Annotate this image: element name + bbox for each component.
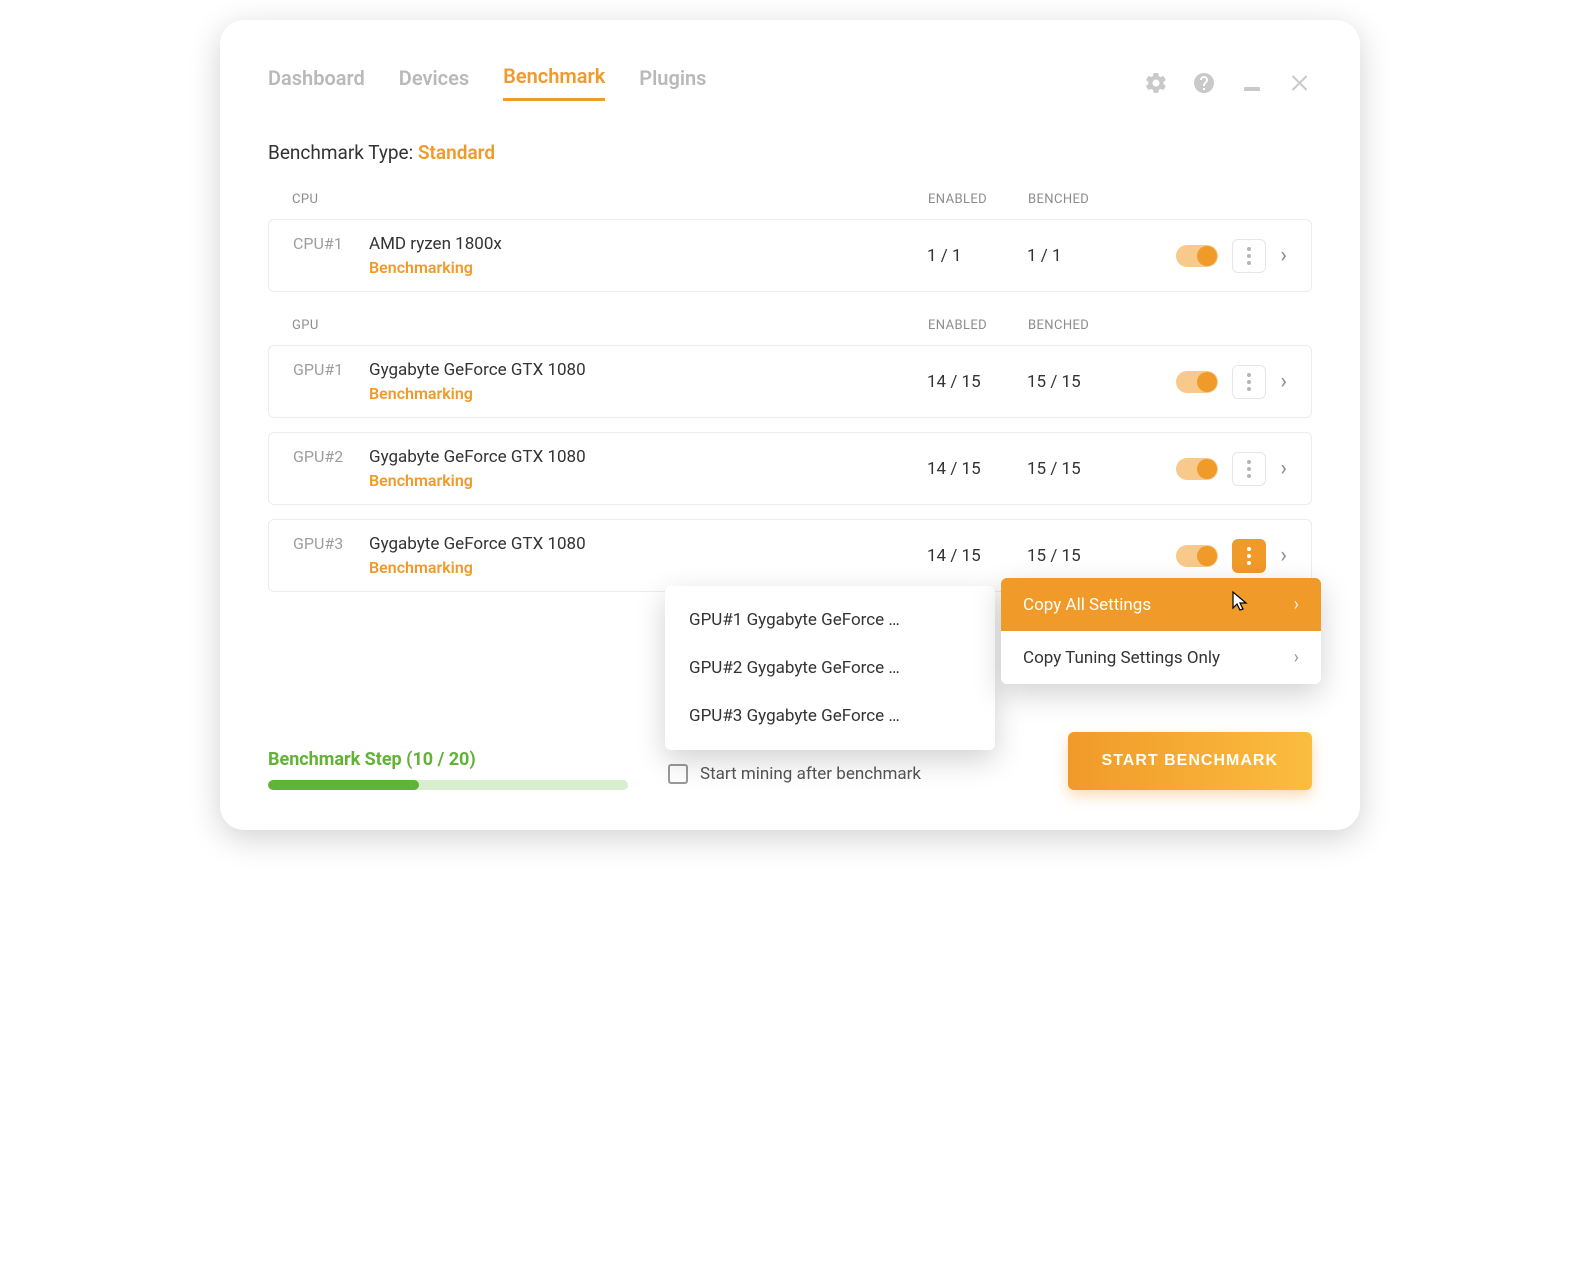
chevron-right-icon[interactable]: ›: [1280, 369, 1287, 394]
start-benchmark-button[interactable]: START BENCHMARK: [1068, 732, 1312, 790]
table-row[interactable]: CPU#1 AMD ryzen 1800x Benchmarking 1 / 1…: [268, 219, 1312, 292]
benchmark-type-label: Benchmark Type:: [268, 141, 418, 164]
copy-all-settings[interactable]: Copy All Settings ›: [1001, 578, 1321, 631]
tab-benchmark[interactable]: Benchmark: [503, 64, 605, 101]
device-id: GPU#2: [293, 447, 353, 466]
col-benched: BENCHED: [1028, 192, 1128, 207]
device-id: GPU#3: [293, 534, 353, 553]
checkbox-icon[interactable]: [668, 764, 688, 784]
enable-toggle[interactable]: [1176, 545, 1218, 567]
minimize-icon[interactable]: [1240, 71, 1264, 95]
col-device: CPU: [292, 192, 928, 207]
copy-tuning-settings[interactable]: Copy Tuning Settings Only ›: [1001, 631, 1321, 684]
help-icon[interactable]: [1192, 71, 1216, 95]
col-benched: BENCHED: [1028, 318, 1128, 333]
more-button[interactable]: [1232, 365, 1266, 399]
benched-value: 1 / 1: [1027, 246, 1127, 266]
benched-value: 15 / 15: [1027, 372, 1127, 392]
app-window: Dashboard Devices Benchmark Plugins Benc…: [220, 20, 1360, 830]
benched-value: 15 / 15: [1027, 459, 1127, 479]
more-button[interactable]: [1232, 239, 1266, 273]
enabled-value: 14 / 15: [927, 459, 1027, 479]
cursor-icon: [1229, 590, 1249, 619]
section-gpu: GPU ENABLED BENCHED GPU#1 Gygabyte GeFor…: [268, 318, 1312, 592]
chevron-right-icon[interactable]: ›: [1280, 456, 1287, 481]
checkbox-label: Start mining after benchmark: [700, 764, 921, 784]
table-row[interactable]: GPU#1 Gygabyte GeForce GTX 1080 Benchmar…: [268, 345, 1312, 418]
close-icon[interactable]: [1288, 71, 1312, 95]
device-status: Benchmarking: [369, 558, 586, 577]
device-id: GPU#1: [293, 360, 353, 379]
enabled-value: 14 / 15: [927, 372, 1027, 392]
device-name: AMD ryzen 1800x: [369, 234, 502, 254]
device-name: Gygabyte GeForce GTX 1080: [369, 534, 586, 554]
start-mining-checkbox-wrap[interactable]: Start mining after benchmark: [668, 764, 921, 784]
tab-plugins[interactable]: Plugins: [639, 66, 706, 100]
chevron-right-icon[interactable]: ›: [1280, 543, 1287, 568]
submenu-item[interactable]: GPU#2 Gygabyte GeForce …: [665, 644, 995, 692]
col-device: GPU: [292, 318, 928, 333]
menu-item-label: Copy All Settings: [1023, 595, 1151, 615]
section-cpu: CPU ENABLED BENCHED CPU#1 AMD ryzen 1800…: [268, 192, 1312, 292]
submenu-item[interactable]: GPU#3 Gygabyte GeForce …: [665, 692, 995, 740]
enabled-value: 14 / 15: [927, 546, 1027, 566]
device-status: Benchmarking: [369, 384, 586, 403]
context-menu: Copy All Settings › Copy Tuning Settings…: [1001, 578, 1321, 684]
table-row[interactable]: GPU#3 Gygabyte GeForce GTX 1080 Benchmar…: [268, 519, 1312, 592]
submenu-item[interactable]: GPU#1 Gygabyte GeForce …: [665, 596, 995, 644]
menu-item-label: Copy Tuning Settings Only: [1023, 648, 1220, 668]
device-status: Benchmarking: [369, 471, 586, 490]
more-button[interactable]: [1232, 452, 1266, 486]
device-id: CPU#1: [293, 234, 353, 253]
enabled-value: 1 / 1: [927, 246, 1027, 266]
device-status: Benchmarking: [369, 258, 502, 277]
section-header-gpu: GPU ENABLED BENCHED: [268, 318, 1312, 345]
progress: Benchmark Step (10 / 20): [268, 749, 628, 790]
progress-fill: [268, 780, 419, 790]
benchmark-type: Benchmark Type: Standard: [268, 141, 1312, 164]
enable-toggle[interactable]: [1176, 245, 1218, 267]
benchmark-type-value[interactable]: Standard: [418, 141, 495, 164]
more-button[interactable]: [1232, 539, 1266, 573]
col-enabled: ENABLED: [928, 318, 1028, 333]
device-name: Gygabyte GeForce GTX 1080: [369, 447, 586, 467]
chevron-right-icon[interactable]: ›: [1280, 243, 1287, 268]
submenu: GPU#1 Gygabyte GeForce … GPU#2 Gygabyte …: [665, 586, 995, 750]
progress-bar: [268, 780, 628, 790]
table-row[interactable]: GPU#2 Gygabyte GeForce GTX 1080 Benchmar…: [268, 432, 1312, 505]
tab-devices[interactable]: Devices: [399, 66, 469, 100]
benched-value: 15 / 15: [1027, 546, 1127, 566]
gear-icon[interactable]: [1144, 71, 1168, 95]
enable-toggle[interactable]: [1176, 458, 1218, 480]
enable-toggle[interactable]: [1176, 371, 1218, 393]
chevron-right-icon: ›: [1294, 647, 1299, 668]
nav-icons: [1144, 71, 1312, 95]
progress-label: Benchmark Step (10 / 20): [268, 749, 628, 770]
section-header-cpu: CPU ENABLED BENCHED: [268, 192, 1312, 219]
chevron-right-icon: ›: [1294, 594, 1299, 615]
tab-dashboard[interactable]: Dashboard: [268, 66, 365, 100]
device-name: Gygabyte GeForce GTX 1080: [369, 360, 586, 380]
top-nav: Dashboard Devices Benchmark Plugins: [268, 64, 1312, 101]
col-enabled: ENABLED: [928, 192, 1028, 207]
